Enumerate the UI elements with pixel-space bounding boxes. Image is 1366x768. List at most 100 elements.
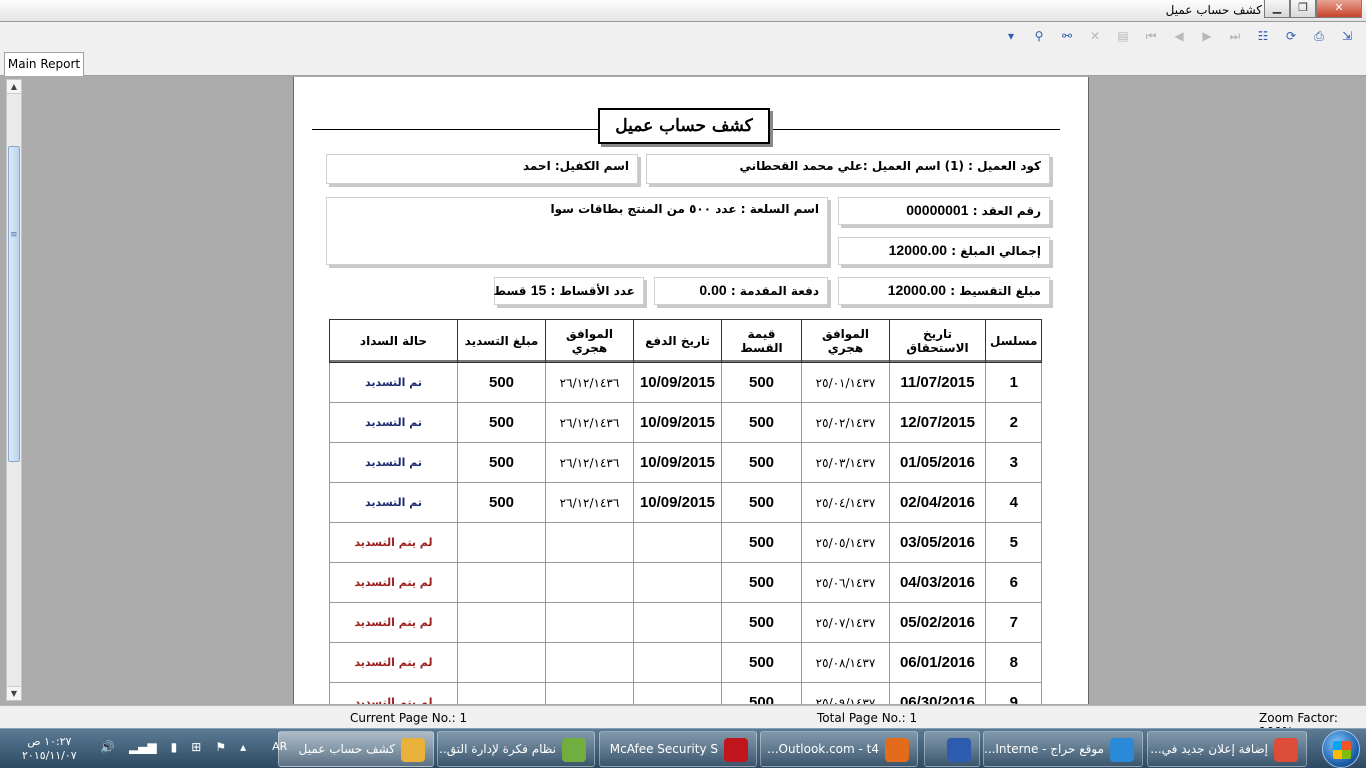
total-label: إجمالي المبلغ : [951, 244, 1041, 258]
last-page-icon[interactable]: ⏭ [1224, 27, 1246, 45]
cell-due-hijri: ٢٥/٠١/١٤٣٧ [801, 362, 890, 403]
clock-date: ٢٠١٥/١١/٠٧ [22, 749, 77, 762]
installments-count-box: عدد الأقساط : 15 قسط [494, 277, 644, 305]
network-icon[interactable]: ⊞ [191, 740, 201, 754]
cell-due-date: 06/30/2016 [889, 682, 986, 704]
previous-page-icon[interactable]: ◀ [1168, 27, 1190, 45]
table-row: 5 03/05/2016 ٢٥/٠٥/١٤٣٧ 500 لم يتم التسديد [329, 522, 1043, 563]
report-page: كشف حساب عميل كود العميل : (1) اسم العمي… [293, 77, 1089, 704]
minimize-button[interactable]: ▁ [1264, 0, 1290, 18]
cell-payment-hijri [545, 602, 634, 643]
title-bar: كشف حساب عميل ▁ ❐ ✕ [0, 0, 1366, 22]
print-icon[interactable]: ⎙ [1308, 27, 1330, 45]
cell-due-date: 12/07/2015 [889, 402, 986, 443]
header-payment-hijri: الموافق هجري [545, 319, 634, 363]
cell-payment-hijri [545, 522, 634, 563]
installment-amount-label: مبلغ التقسيط : [950, 284, 1041, 298]
scroll-thumb[interactable] [8, 146, 20, 462]
cell-payment-status: تم التسديد [329, 362, 458, 403]
maximize-button[interactable]: ❐ [1290, 0, 1316, 18]
tab-main-report[interactable]: Main Report [4, 52, 84, 76]
close-button[interactable]: ✕ [1316, 0, 1362, 18]
taskbar-button[interactable]: Outlook.com - t4... [760, 731, 918, 767]
installments-count-value: 15 [530, 282, 547, 298]
down-payment-label: دفعة المقدمة : [730, 284, 819, 298]
cell-installment-value: 500 [721, 442, 802, 483]
cell-installment-value: 500 [721, 642, 802, 683]
cell-serial: 2 [984, 402, 1043, 443]
cell-payment-hijri: ٢٦/١٢/١٤٣٦ [545, 362, 634, 403]
cell-payment-date: 10/09/2015 [633, 442, 722, 483]
cell-payment-status: تم التسديد [329, 442, 458, 483]
cell-payment-status: تم التسديد [329, 482, 458, 523]
taskbar-button[interactable]: إضافة إعلان جديد في... [1147, 731, 1307, 767]
stop-icon[interactable]: ✕ [1084, 27, 1106, 45]
window-controls: ▁ ❐ ✕ [1264, 0, 1362, 18]
next-page-icon[interactable]: ▶ [1196, 27, 1218, 45]
cell-paid-amount [457, 562, 546, 603]
cell-paid-amount [457, 522, 546, 563]
header-serial: مسلسل [984, 319, 1043, 363]
table-row: 4 02/04/2016 ٢٥/٠٤/١٤٣٧ 500 10/09/2015 ٢٦/١٢/… [329, 482, 1043, 523]
guarantor-box: اسم الكفيل: احمد [326, 154, 638, 184]
cell-installment-value: 500 [721, 362, 802, 403]
cell-payment-hijri [545, 682, 634, 704]
table-row: 2 12/07/2015 ٢٥/٠٢/١٤٣٧ 500 10/09/2015 ٢٦/١٢/… [329, 402, 1043, 443]
scroll-down-icon[interactable]: ▼ [7, 686, 21, 700]
cell-due-hijri: ٢٥/٠٤/١٤٣٧ [801, 482, 890, 523]
scroll-up-icon[interactable]: ▲ [7, 80, 21, 94]
show-hidden-icon[interactable]: ▴ [240, 740, 246, 754]
taskbar-button[interactable]: McAfee Security S [599, 731, 757, 767]
header-paid-amount: مبلغ التسديد [457, 319, 546, 363]
dropdown-icon[interactable]: ▾ [1000, 27, 1022, 45]
group-tree-icon[interactable]: ☷ [1252, 27, 1274, 45]
taskbar-button[interactable]: موقع حراج - Interne... [983, 731, 1143, 767]
installment-amount-box: مبلغ التقسيط : 12000.00 [838, 277, 1050, 305]
taskbar: ١٠:٢٧ ص ٢٠١٥/١١/٠٧ 🔊 ▂▄▆ ▮ ⊞ ⚑ ▴ AR كشف … [0, 728, 1366, 768]
status-bar: Current Page No.: 1 Total Page No.: 1 Zo… [0, 705, 1366, 739]
signal-icon[interactable]: ▂▄▆ [129, 740, 157, 754]
tab-strip: Main Report [0, 50, 1366, 76]
refresh-icon[interactable]: ⟳ [1280, 27, 1302, 45]
taskbar-button[interactable]: نظام فكرة لإدارة التق... [437, 731, 595, 767]
table-row: 6 04/03/2016 ٢٥/٠٦/١٤٣٧ 500 لم يتم التسديد [329, 562, 1043, 603]
table-header-row: مسلسل تاريخ الاستحقاق الموافق هجري قيمة … [329, 319, 1043, 363]
cell-payment-status: تم التسديد [329, 402, 458, 443]
header-installment-value: قيمة القسط [721, 319, 802, 363]
action-center-icon[interactable]: ⚑ [215, 740, 226, 754]
clock[interactable]: ١٠:٢٧ ص ٢٠١٥/١١/٠٧ [22, 735, 77, 763]
cell-payment-date [633, 682, 722, 704]
cell-paid-amount [457, 602, 546, 643]
taskbar-button[interactable]: كشف حساب عميل [278, 731, 434, 767]
customer-box: كود العميل : (1) اسم العميل :علي محمد ال… [646, 154, 1050, 184]
app-icon [947, 737, 971, 762]
cell-paid-amount: 500 [457, 402, 546, 443]
cell-payment-status: لم يتم التسديد [329, 602, 458, 643]
contract-value: 00000001 [906, 202, 969, 218]
taskbar-button[interactable] [924, 731, 980, 767]
export-icon[interactable]: ▤ [1112, 27, 1134, 45]
app-icon [1110, 737, 1134, 762]
start-button[interactable] [1322, 730, 1360, 768]
cell-due-hijri: ٢٥/٠٢/١٤٣٧ [801, 402, 890, 443]
find-next-icon[interactable]: ⚲ [1028, 27, 1050, 45]
report-title: كشف حساب عميل [598, 108, 770, 144]
find-icon[interactable]: ⚯ [1056, 27, 1078, 45]
cell-serial: 9 [984, 682, 1043, 704]
installments-count-unit: قسط [493, 284, 527, 298]
system-tray: 🔊 ▂▄▆ ▮ ⊞ ⚑ ▴ AR [100, 740, 287, 754]
header-due-hijri: الموافق هجري [801, 319, 890, 363]
table-row: 1 11/07/2015 ٢٥/٠١/١٤٣٧ 500 10/09/2015 ٢٦/١٢/… [329, 362, 1043, 403]
table-row: 9 06/30/2016 ٢٥/٠٩/١٤٣٧ 500 لم يتم التسديد [329, 682, 1043, 704]
battery-icon[interactable]: ▮ [171, 740, 178, 754]
cell-due-hijri: ٢٥/٠٧/١٤٣٧ [801, 602, 890, 643]
app-icon [724, 737, 748, 762]
export-report-icon[interactable]: ⇲ [1336, 27, 1358, 45]
cell-paid-amount: 500 [457, 482, 546, 523]
vertical-scrollbar[interactable]: ▲ ≡ ▼ [6, 79, 22, 701]
cell-due-hijri: ٢٥/٠٥/١٤٣٧ [801, 522, 890, 563]
cell-installment-value: 500 [721, 602, 802, 643]
first-page-icon[interactable]: ⏮ [1140, 27, 1162, 45]
volume-icon[interactable]: 🔊 [100, 740, 115, 754]
header-payment-date: تاريخ الدفع [633, 319, 722, 363]
